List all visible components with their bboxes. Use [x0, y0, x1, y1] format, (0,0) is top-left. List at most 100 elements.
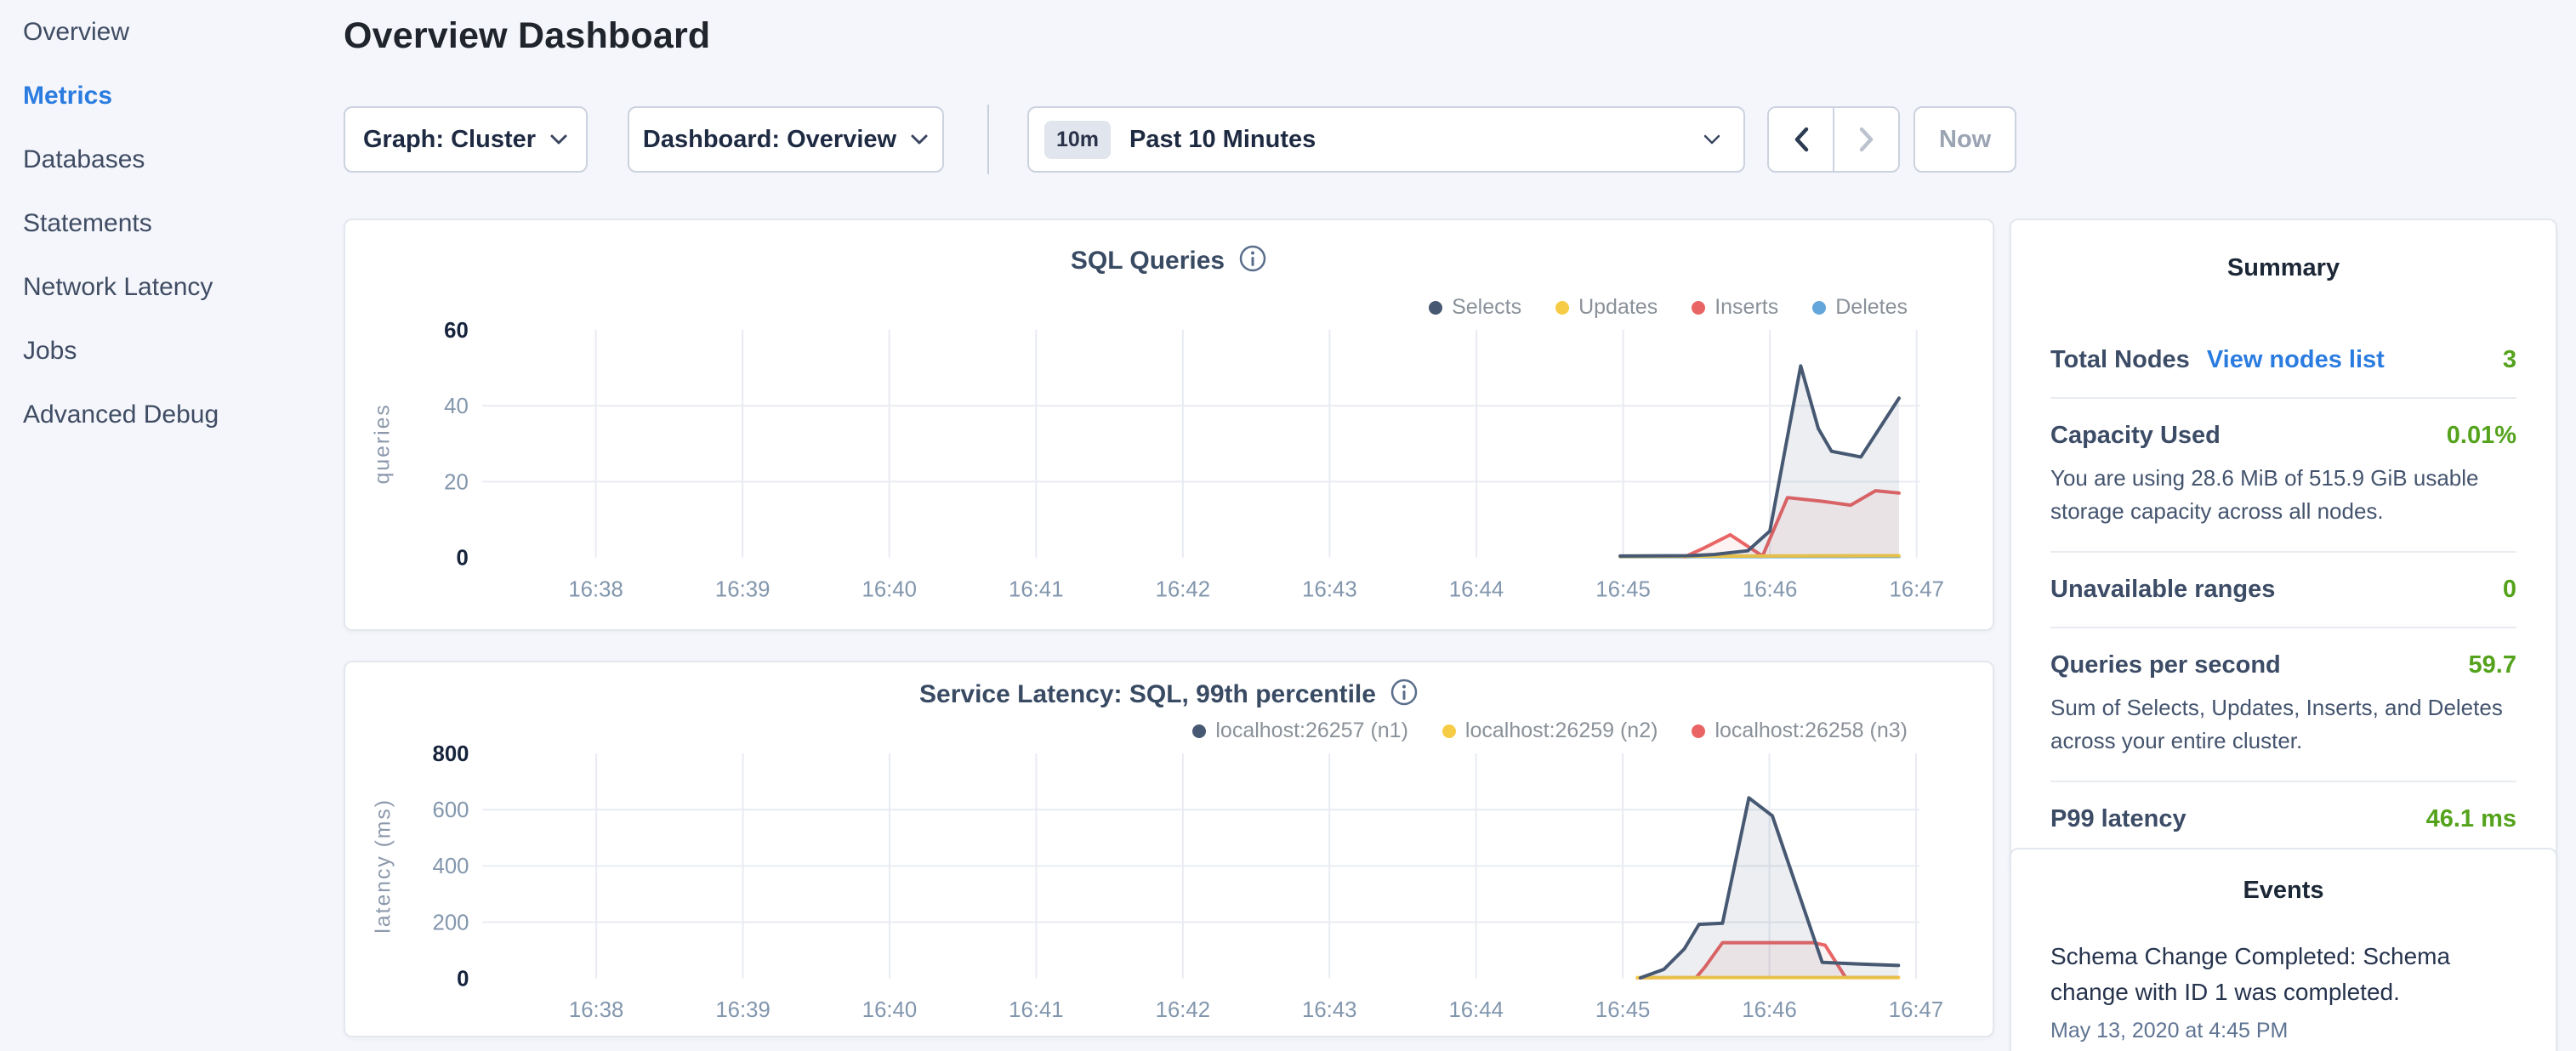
view-nodes-list-link[interactable]: View nodes list [2207, 346, 2385, 374]
legend-dot-icon [1692, 724, 1705, 738]
time-range-dropdown[interactable]: 10m Past 10 Minutes [1027, 106, 1745, 173]
time-range-badge: 10m [1044, 121, 1111, 159]
sidebar-item-jobs[interactable]: Jobs [0, 319, 340, 383]
time-step-button-group [1767, 106, 1900, 173]
legend-label: localhost:26257 (n1) [1215, 719, 1408, 743]
svg-text:16:47: 16:47 [1889, 998, 1943, 1022]
legend-dot-icon [1442, 724, 1456, 738]
svg-text:20: 20 [444, 470, 469, 494]
legend-label: localhost:26258 (n3) [1714, 719, 1908, 743]
event-timestamp: May 13, 2020 at 4:45 PM [2050, 1019, 2516, 1043]
svg-text:16:45: 16:45 [1595, 577, 1650, 601]
legend-item[interactable]: localhost:26259 (n2) [1442, 719, 1658, 743]
time-back-button[interactable] [1769, 108, 1834, 171]
svg-text:400: 400 [433, 855, 469, 878]
sidebar-item-overview[interactable]: Overview [0, 0, 340, 64]
summary-row-label: Capacity Used [2050, 422, 2221, 450]
page-title: Overview Dashboard [344, 15, 710, 57]
legend-dot-icon [1192, 724, 1206, 738]
graph-dropdown[interactable]: Graph: Cluster [344, 106, 588, 173]
svg-text:16:46: 16:46 [1743, 577, 1797, 601]
svg-text:16:40: 16:40 [862, 577, 916, 601]
sql-queries-chart-card: 16:38 16:39 16:40 16:41 16:42 16:43 16:44 16:45… [344, 219, 1994, 631]
svg-text:16:43: 16:43 [1302, 577, 1356, 601]
main-content: Overview Dashboard Graph: Cluster Dashbo… [344, 0, 1994, 1051]
legend-item[interactable]: Deletes [1812, 295, 1908, 320]
sidebar-item-statements[interactable]: Statements [0, 191, 340, 255]
sidebar: Overview Metrics Databases Statements Ne… [0, 0, 340, 446]
svg-text:16:44: 16:44 [1449, 577, 1504, 601]
service-latency-chart-card: 16:38 16:39 16:40 16:41 16:42 16:43 16:44 16:45… [344, 661, 1994, 1037]
summary-row-value: 3 [2503, 346, 2516, 374]
summary-row-note: You are using 28.6 MiB of 515.9 GiB usab… [2050, 462, 2516, 528]
summary-row-capacity-used: Capacity Used 0.01% You are using 28.6 M… [2050, 399, 2516, 553]
event-message: Schema Change Completed: Schema change w… [2050, 939, 2516, 1010]
svg-text:0: 0 [457, 547, 469, 571]
dashboard-dropdown-label: Dashboard: Overview [643, 126, 896, 154]
sidebar-item-metrics[interactable]: Metrics [0, 64, 340, 128]
graph-dropdown-label: Graph: Cluster [363, 126, 536, 154]
summary-row-unavailable-ranges: Unavailable ranges 0 [2050, 553, 2516, 628]
legend-item[interactable]: Updates [1555, 295, 1658, 320]
svg-text:60: 60 [444, 319, 469, 343]
svg-text:16:42: 16:42 [1156, 998, 1210, 1022]
service-latency-legend: localhost:26257 (n1) localhost:26259 (n2)… [1192, 719, 1908, 743]
legend-item[interactable]: localhost:26257 (n1) [1192, 719, 1408, 743]
chevron-down-icon [910, 134, 929, 145]
legend-item[interactable]: Inserts [1692, 295, 1778, 320]
svg-text:16:40: 16:40 [862, 998, 917, 1022]
legend-dot-icon [1812, 301, 1826, 315]
svg-text:latency (ms): latency (ms) [372, 798, 395, 934]
app-root: Overview Metrics Databases Statements Ne… [0, 0, 2576, 1051]
summary-row-value: 59.7 [2469, 651, 2516, 679]
dashboard-dropdown[interactable]: Dashboard: Overview [628, 106, 944, 173]
sidebar-item-advanced-debug[interactable]: Advanced Debug [0, 383, 340, 446]
svg-text:200: 200 [433, 911, 469, 935]
summary-row-p99-latency: P99 latency 46.1 ms [2050, 782, 2516, 856]
legend-label: Updates [1578, 295, 1658, 320]
summary-panel: Summary Total Nodes View nodes list 3 Ca… [2010, 219, 2557, 875]
time-forward-button[interactable] [1834, 108, 1898, 171]
legend-item[interactable]: localhost:26258 (n3) [1692, 719, 1908, 743]
svg-text:queries: queries [372, 403, 395, 484]
svg-text:16:38: 16:38 [569, 998, 623, 1022]
svg-text:16:38: 16:38 [568, 577, 623, 601]
legend-item[interactable]: Selects [1429, 295, 1521, 320]
svg-text:16:41: 16:41 [1009, 998, 1063, 1022]
events-panel: Events Schema Change Completed: Schema c… [2010, 848, 2557, 1051]
legend-label: Deletes [1835, 295, 1908, 320]
sql-queries-chart[interactable]: 16:38 16:39 16:40 16:41 16:42 16:43 16:44 16:45… [345, 220, 1993, 629]
summary-row-value: 46.1 ms [2426, 805, 2516, 833]
events-title: Events [2050, 877, 2516, 905]
controls-bar: Graph: Cluster Dashboard: Overview 10m P… [344, 106, 2027, 173]
summary-row-queries-per-second: Queries per second 59.7 Sum of Selects, … [2050, 628, 2516, 782]
svg-text:16:41: 16:41 [1009, 577, 1063, 601]
svg-text:16:42: 16:42 [1156, 577, 1210, 601]
svg-text:16:45: 16:45 [1595, 998, 1650, 1022]
event-list-item[interactable]: Schema Change Completed: Schema change w… [2050, 939, 2516, 1043]
svg-text:16:39: 16:39 [715, 577, 770, 601]
svg-text:16:39: 16:39 [715, 998, 770, 1022]
summary-row-label: Total Nodes [2050, 346, 2190, 374]
legend-dot-icon [1555, 301, 1569, 315]
now-button[interactable]: Now [1914, 106, 2016, 173]
summary-row-note: Sum of Selects, Updates, Inserts, and De… [2050, 691, 2516, 758]
sidebar-item-databases[interactable]: Databases [0, 128, 340, 191]
sidebar-item-network-latency[interactable]: Network Latency [0, 255, 340, 319]
chevron-down-icon [549, 134, 568, 145]
svg-text:16:47: 16:47 [1889, 577, 1943, 601]
summary-row-value: 0.01% [2447, 422, 2516, 450]
sql-queries-legend: Selects Updates Inserts Deletes [1429, 295, 1908, 320]
svg-text:40: 40 [444, 395, 469, 418]
summary-row-label: P99 latency [2050, 805, 2186, 833]
legend-label: Selects [1452, 295, 1521, 320]
svg-text:600: 600 [433, 798, 469, 822]
svg-text:16:44: 16:44 [1448, 998, 1503, 1022]
svg-text:16:43: 16:43 [1302, 998, 1356, 1022]
summary-row-value: 0 [2503, 576, 2516, 604]
legend-dot-icon [1692, 301, 1705, 315]
controls-divider [987, 105, 989, 174]
summary-row-label: Queries per second [2050, 651, 2281, 679]
legend-dot-icon [1429, 301, 1442, 315]
summary-row-label: Unavailable ranges [2050, 576, 2275, 604]
